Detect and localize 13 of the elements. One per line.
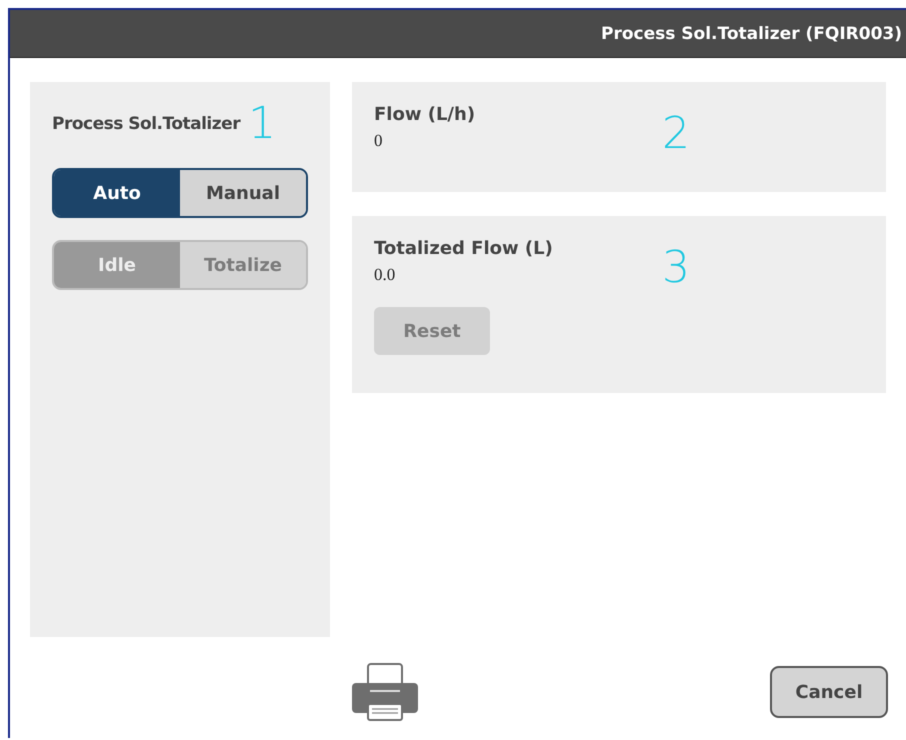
value-text: 0.0	[374, 265, 396, 285]
cancel-button[interactable]: Cancel	[770, 666, 888, 718]
panel-title: Process Sol.Totalizer	[52, 114, 240, 134]
annotation-number: 2	[662, 112, 690, 156]
window-title: Process Sol.Totalizer (FQIR003)	[601, 24, 902, 44]
value-text: 0	[374, 131, 382, 151]
printer-icon[interactable]	[352, 663, 418, 721]
value-label: Totalized Flow (L)	[374, 238, 553, 259]
toggle-option[interactable]: Manual	[180, 170, 306, 216]
annotation-number: 3	[662, 246, 690, 290]
annotation-number: 1	[248, 102, 276, 146]
toggle-option[interactable]: Auto	[54, 170, 180, 216]
value-label: Flow (L/h)	[374, 104, 476, 125]
